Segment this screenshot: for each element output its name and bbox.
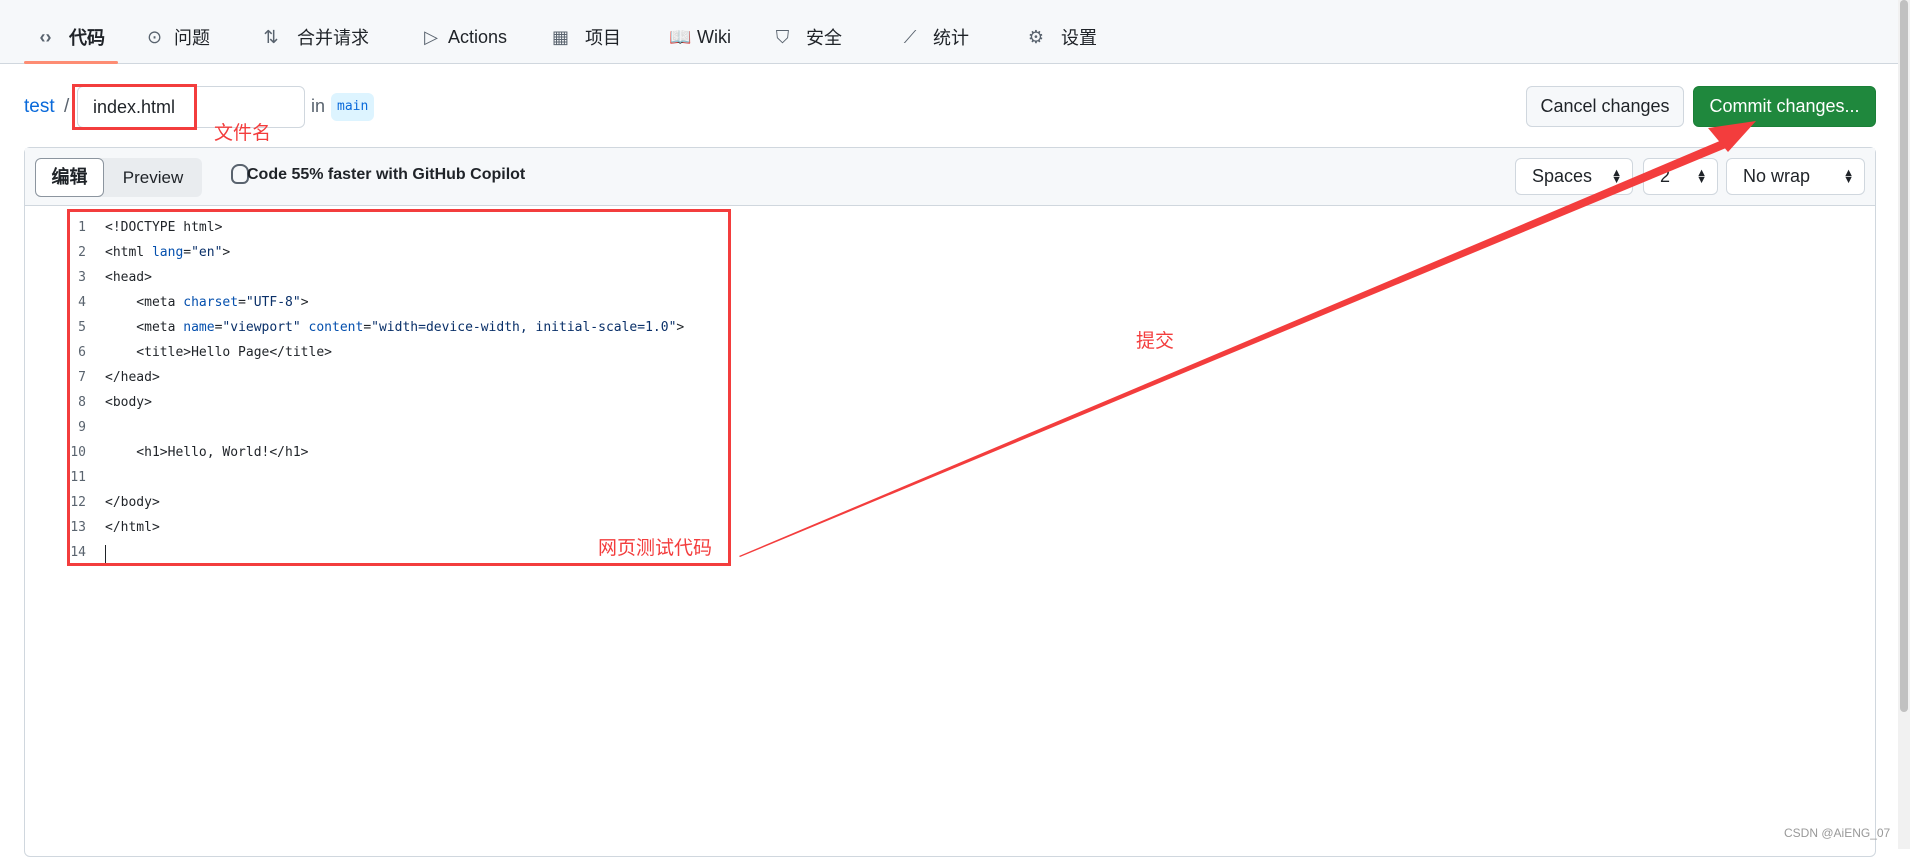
- arrow-icon: [739, 121, 1756, 557]
- arrow-shaft: [739, 140, 1726, 557]
- watermark: CSDN @AiENG_07: [1784, 826, 1891, 840]
